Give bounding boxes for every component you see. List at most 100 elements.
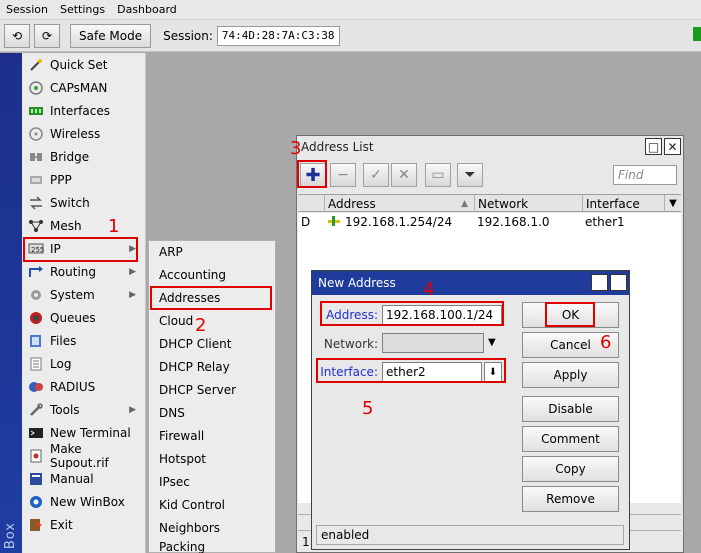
menu-item-new-terminal[interactable]: New Terminal xyxy=(24,422,144,444)
dialog-close-button[interactable]: ✕ xyxy=(610,274,627,291)
filter-button[interactable]: ⏷ xyxy=(457,163,483,187)
wand-icon xyxy=(27,57,45,73)
wireless-icon xyxy=(27,126,45,142)
submenu-item-dhcp-client[interactable]: DHCP Client xyxy=(159,333,231,355)
comment-button[interactable]: Comment xyxy=(522,426,619,452)
menu-item-make-supout[interactable]: Make Supout.rif xyxy=(24,442,144,470)
menu-label: System xyxy=(50,288,95,302)
folder-icon xyxy=(27,333,45,349)
menu-label: Quick Set xyxy=(50,58,108,72)
copy-button[interactable]: Copy xyxy=(522,456,619,482)
menu-item-quick-set[interactable]: Quick Set xyxy=(24,54,144,76)
menu-label: Mesh xyxy=(50,219,82,233)
highlight-interface xyxy=(316,358,506,383)
menu-item-mesh[interactable]: Mesh xyxy=(24,215,144,237)
step-1-label: 1 xyxy=(108,216,120,237)
submenu-item-dns[interactable]: DNS xyxy=(159,402,185,424)
menu-item-tools[interactable]: Tools ▶ xyxy=(24,399,144,421)
apply-button[interactable]: Apply xyxy=(522,362,619,388)
close-button[interactable]: ✕ xyxy=(664,138,681,155)
submenu-item-arp[interactable]: ARP xyxy=(159,241,183,263)
dialog-maximize-button[interactable]: □ xyxy=(591,274,608,291)
submenu-item-kid-control[interactable]: Kid Control xyxy=(159,494,225,516)
step-4-label: 4 xyxy=(423,279,435,300)
disable-button[interactable]: Disable xyxy=(522,396,619,422)
column-menu-button[interactable]: ▼ xyxy=(664,195,681,212)
menu-item-exit[interactable]: Exit xyxy=(24,514,144,536)
menu-item-wireless[interactable]: Wireless xyxy=(24,123,144,145)
disable-button[interactable]: ✕ xyxy=(391,163,417,187)
submenu-item-dhcp-relay[interactable]: DHCP Relay xyxy=(159,356,230,378)
menu-label: Routing xyxy=(50,265,97,279)
session-value: 74:4D:28:7A:C3:38 xyxy=(216,25,340,46)
menu-item-interfaces[interactable]: Interfaces xyxy=(24,100,144,122)
address-list-title-bar[interactable]: Address List □ ✕ xyxy=(297,136,683,158)
menu-item-manual[interactable]: Manual xyxy=(24,468,144,490)
menu-label: PPP xyxy=(50,173,72,187)
menu-item-capsman[interactable]: CAPsMAN xyxy=(24,77,144,99)
row-network: 192.168.1.0 xyxy=(477,215,550,229)
highlight-address xyxy=(320,301,504,326)
submenu-item-neighbors[interactable]: Neighbors xyxy=(159,517,220,539)
exit-icon xyxy=(27,517,45,533)
menu-label: Switch xyxy=(50,196,90,210)
remove-button[interactable]: − xyxy=(330,163,356,187)
menu-item-new-winbox[interactable]: New WinBox xyxy=(24,491,144,513)
filter-icon: ⏷ xyxy=(464,167,476,183)
undo-button[interactable]: ⟲ xyxy=(4,23,30,48)
menu-item-routing[interactable]: Routing ▶ xyxy=(24,261,144,283)
menu-item-log[interactable]: Log xyxy=(24,353,144,375)
chevron-down-icon: ▼ xyxy=(669,198,677,209)
interfaces-icon xyxy=(27,103,45,119)
window-title: Address List xyxy=(301,140,374,154)
new-address-title-bar[interactable]: New Address □ ✕ xyxy=(312,271,629,295)
step-5-label: 5 xyxy=(362,398,374,419)
sort-icon: ▲ xyxy=(461,198,468,209)
column-network[interactable]: Network xyxy=(474,195,582,212)
x-icon: ✕ xyxy=(398,167,410,183)
bridge-icon xyxy=(27,149,45,165)
network-input[interactable] xyxy=(382,333,484,353)
menu-item-queues[interactable]: Queues xyxy=(24,307,144,329)
remove-button[interactable]: Remove xyxy=(522,486,619,512)
maximize-button[interactable]: □ xyxy=(645,138,662,155)
network-dropdown-icon[interactable]: ▼ xyxy=(488,337,496,348)
menu-dashboard[interactable]: Dashboard xyxy=(117,3,177,16)
submenu-item-firewall[interactable]: Firewall xyxy=(159,425,204,447)
menu-item-system[interactable]: System ▶ xyxy=(24,284,144,306)
submenu-item-dhcp-server[interactable]: DHCP Server xyxy=(159,379,236,401)
table-header: Address ▲ Network Interface ▼ xyxy=(298,194,681,212)
menu-item-files[interactable]: Files xyxy=(24,330,144,352)
find-input[interactable]: Find xyxy=(613,165,677,185)
log-icon xyxy=(27,356,45,372)
dialog-title: New Address xyxy=(318,276,396,290)
submenu-item-packing[interactable]: Packing xyxy=(159,540,205,553)
menu-item-bridge[interactable]: Bridge xyxy=(24,146,144,168)
radius-icon xyxy=(27,379,45,395)
menu-session[interactable]: Session xyxy=(6,3,48,16)
enable-button[interactable]: ✓ xyxy=(363,163,389,187)
column-address[interactable]: Address ▲ xyxy=(324,195,474,212)
submenu-item-cloud[interactable]: Cloud xyxy=(159,310,193,332)
step-3-label: 3 xyxy=(290,138,302,159)
row-interface: ether1 xyxy=(585,215,625,229)
menu-label: Exit xyxy=(50,518,73,532)
column-interface[interactable]: Interface xyxy=(582,195,664,212)
submenu-item-accounting[interactable]: Accounting xyxy=(159,264,226,286)
maximize-icon: □ xyxy=(593,275,606,290)
column-flag[interactable] xyxy=(298,195,324,212)
menu-label: Tools xyxy=(50,403,80,417)
redo-button[interactable]: ⟳ xyxy=(34,23,60,48)
menu-item-switch[interactable]: Switch xyxy=(24,192,144,214)
safe-mode-button[interactable]: Safe Mode xyxy=(70,23,152,48)
menu-settings[interactable]: Settings xyxy=(60,3,105,16)
menu-item-ppp[interactable]: PPP xyxy=(24,169,144,191)
menu-label: Queues xyxy=(50,311,96,325)
menu-item-radius[interactable]: RADIUS xyxy=(24,376,144,398)
comment-button[interactable]: ▭ xyxy=(425,163,451,187)
menu-label: New Terminal xyxy=(50,426,131,440)
row-flag: D xyxy=(301,215,311,229)
submenu-item-ipsec[interactable]: IPsec xyxy=(159,471,190,493)
submenu-item-hotspot[interactable]: Hotspot xyxy=(159,448,206,470)
table-row[interactable]: D 192.168.1.254/24 192.168.1.0 ether1 xyxy=(298,213,681,231)
